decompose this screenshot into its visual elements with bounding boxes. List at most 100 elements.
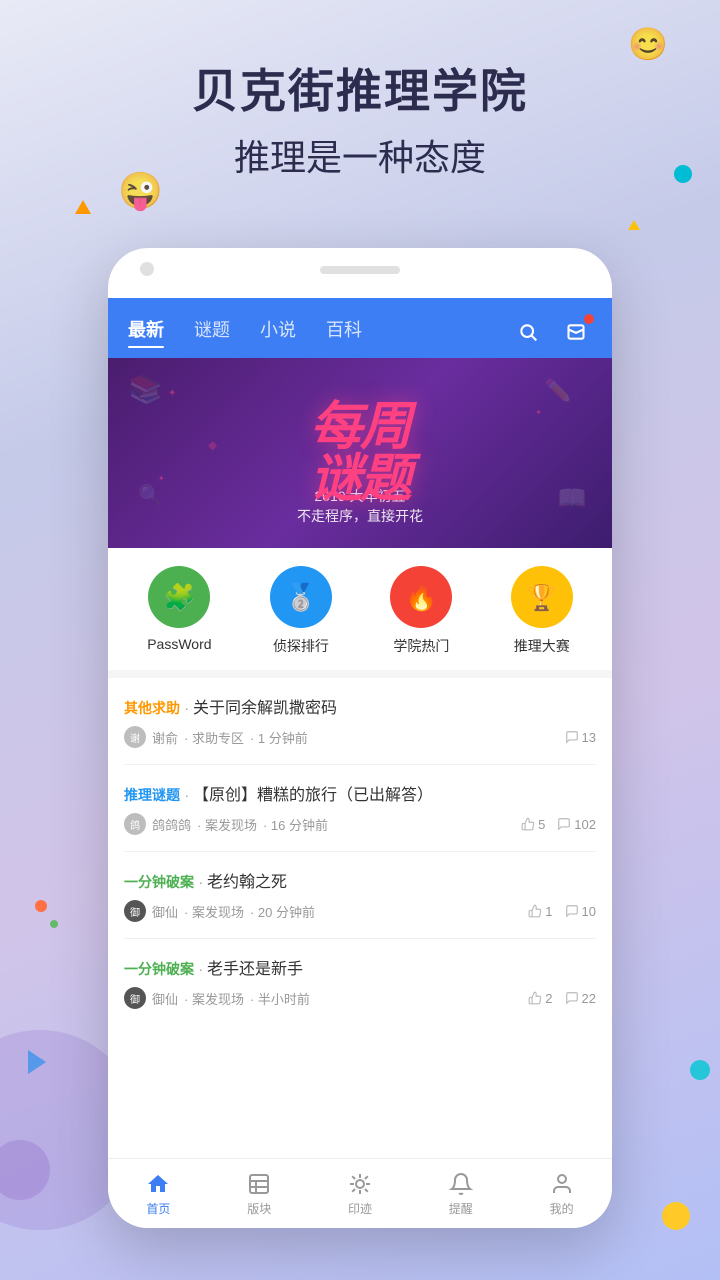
bottom-nav-trace[interactable]: 印迹 [310,1171,411,1217]
quicklink-detective-rank[interactable]: 🥈 侦探排行 [270,566,332,656]
author-2: 鸽鸽鸽 [152,815,191,834]
detective-rank-label: 侦探排行 [273,636,329,656]
author-3: 御仙 [152,902,178,921]
post-meta-2: 鸽 鸽鸽鸽 · 案发现场 · 16 分钟前 5 [124,813,596,835]
search-button[interactable] [512,316,544,348]
avatar-4: 御 [124,987,146,1009]
post-item-3[interactable]: 一分钟破案 · 老约翰之死 御 御仙 · 案发现场 · 20 分钟前 [124,852,596,939]
purple-circle [0,1140,50,1200]
trace-icon [347,1171,373,1197]
avatar-1: 谢 [124,726,146,748]
contest-icon: 🏆 [511,566,573,628]
post-item-4[interactable]: 一分钟破案 · 老手还是新手 御 御仙 · 案发现场 · 半小时前 [124,939,596,1025]
top-navigation: 最新 谜题 小说 百科 [108,298,612,358]
app-content: 最新 谜题 小说 百科 [108,298,612,1228]
profile-icon [549,1171,575,1197]
phone-mockup: 最新 谜题 小说 百科 [108,248,612,1228]
board-label: 版块 [247,1200,271,1217]
zone-2: · 案发现场 [197,815,257,834]
zone-1: · 求助专区 [184,728,244,747]
nav-icon-group [512,316,592,348]
post-meta-left-4: 御 御仙 · 案发现场 · 半小时前 [124,987,310,1009]
bottom-nav-profile[interactable]: 我的 [511,1171,612,1217]
password-icon: 🧩 [148,566,210,628]
dot-2: · [184,787,193,803]
comment-count-1: 13 [565,730,596,745]
post-meta-right-3: 1 10 [528,904,596,919]
bottom-nav-notify[interactable]: 提醒 [410,1171,511,1217]
contest-label: 推理大赛 [514,636,570,656]
phone-camera [140,262,154,276]
tab-novel[interactable]: 小说 [260,316,296,348]
post-meta-left-1: 谢 谢俞 · 求助专区 · 1 分钟前 [124,726,308,748]
post-title-2: 【原创】糟糕的旅行（已出解答） [193,787,433,804]
home-icon [145,1171,171,1197]
author-1: 谢俞 [152,728,178,747]
app-subtitle: 推理是一种态度 [0,129,720,181]
app-title: 贝克街推理学院 [0,55,720,121]
trace-label: 印迹 [348,1200,372,1217]
banner-slide-1: 📚 ✏️ 🔍 📖 ✦ ✦ ✦ ◆ 每周谜题 2019 大年初五 不走程序，直接开… [108,358,612,548]
notification-button[interactable] [560,316,592,348]
tab-latest[interactable]: 最新 [128,316,164,348]
post-meta-right-4: 2 22 [528,991,596,1006]
comment-count-2: 102 [557,817,596,832]
zone-3: · 案发现场 [184,902,244,921]
avatar-2: 鸽 [124,813,146,835]
post-category-1: 其他求助 [124,700,180,716]
bell-icon [448,1171,474,1197]
like-count-2: 5 [521,817,545,832]
bottom-navigation: 首页 版块 [108,1158,612,1228]
post-title-1: 关于同余解凯撒密码 [193,700,337,717]
notification-badge [584,314,594,324]
green-dot [50,920,58,928]
hot-label: 学院热门 [393,636,449,656]
password-label: PassWord [147,636,211,652]
post-item-1[interactable]: 其他求助 · 关于同余解凯撒密码 谢 谢俞 · 求助专区 · 1 分钟前 [124,678,596,765]
quick-links-section: 🧩 PassWord 🥈 侦探排行 🔥 学院热门 🏆 推理大赛 [108,548,612,670]
quicklink-contest[interactable]: 🏆 推理大赛 [511,566,573,656]
author-4: 御仙 [152,989,178,1008]
avatar-3: 御 [124,900,146,922]
notify-label: 提醒 [449,1200,473,1217]
post-item-2[interactable]: 推理谜题 · 【原创】糟糕的旅行（已出解答） 鸽 鸽鸽鸽 · 案发现场 · 16… [124,765,596,852]
post-meta-left-3: 御 御仙 · 案发现场 · 20 分钟前 [124,900,315,922]
detective-rank-icon: 🥈 [270,566,332,628]
post-title-4: 老手还是新手 [207,961,303,978]
post-meta-right-1: 13 [565,730,596,745]
board-icon [246,1171,272,1197]
cyan-circle [690,1060,710,1080]
post-title-3: 老约翰之死 [207,874,287,891]
post-meta-left-2: 鸽 鸽鸽鸽 · 案发现场 · 16 分钟前 [124,813,328,835]
yellow-triangle [628,220,640,230]
yellow-circle [662,1202,690,1230]
home-label: 首页 [146,1200,170,1217]
tab-encyclopedia[interactable]: 百科 [326,316,362,348]
hot-icon: 🔥 [390,566,452,628]
like-count-4: 2 [528,991,552,1006]
time-1: · 1 分钟前 [250,728,308,747]
post-meta-right-2: 5 102 [521,817,596,832]
quicklink-password[interactable]: 🧩 PassWord [147,566,211,656]
comment-count-3: 10 [565,904,596,919]
bottom-nav-board[interactable]: 版块 [209,1171,310,1217]
post-meta-4: 御 御仙 · 案发现场 · 半小时前 2 [124,987,596,1009]
dot-3: · [198,874,207,890]
time-3: · 20 分钟前 [250,902,315,921]
comment-count-4: 22 [565,991,596,1006]
orange-triangle [75,200,91,214]
post-meta-3: 御 御仙 · 案发现场 · 20 分钟前 1 [124,900,596,922]
banner-carousel[interactable]: 📚 ✏️ 🔍 📖 ✦ ✦ ✦ ◆ 每周谜题 2019 大年初五 不走程序，直接开… [108,358,612,548]
post-category-2: 推理谜题 [124,787,180,803]
dot-4: · [198,961,207,977]
profile-label: 我的 [550,1200,574,1217]
banner-title: 每周谜题 [310,401,410,505]
orange-dot [35,900,47,912]
tab-riddle[interactable]: 谜题 [194,316,230,348]
post-meta-1: 谢 谢俞 · 求助专区 · 1 分钟前 13 [124,726,596,748]
quicklink-hot[interactable]: 🔥 学院热门 [390,566,452,656]
phone-speaker [320,266,400,274]
bottom-nav-home[interactable]: 首页 [108,1171,209,1217]
blue-triangle [28,1050,46,1074]
dot-1: · [184,700,193,716]
